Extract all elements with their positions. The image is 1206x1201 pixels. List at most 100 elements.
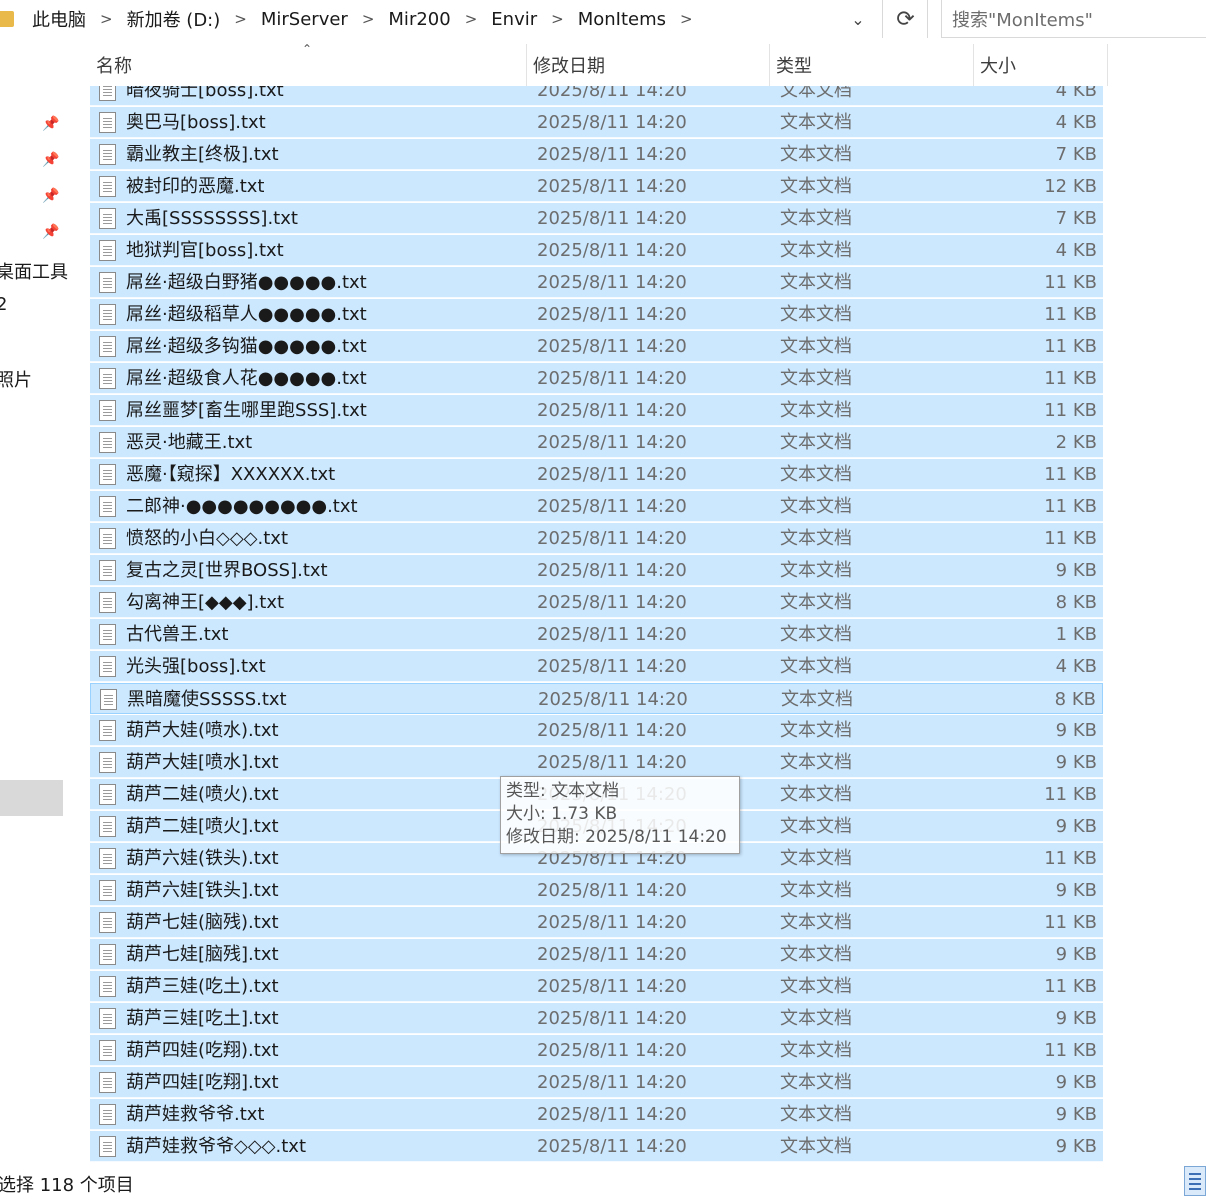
file-type: 文本文档 [780, 624, 852, 645]
status-selection-count: 选择 118 个项目 [0, 1175, 134, 1196]
breadcrumb-mirserver[interactable]: MirServer [261, 9, 348, 30]
file-row[interactable]: 恶魔·【窥探】XXXXXX.txt 2025/8/11 14:20 文本文档 11 K… [90, 459, 1103, 490]
column-date[interactable]: 修改日期 [527, 44, 770, 86]
address-bar[interactable]: 此电脑 > 新加卷 (D:) > MirServer > Mir200 > En… [0, 0, 883, 38]
file-row[interactable]: 古代兽王.txt 2025/8/11 14:20 文本文档 1 KB [90, 619, 1103, 650]
file-date: 2025/8/11 14:20 [537, 464, 687, 485]
file-row[interactable]: 屌丝·超级稻草人●●●●●.txt 2025/8/11 14:20 文本文档 11 K… [90, 299, 1103, 330]
breadcrumb-mir200[interactable]: Mir200 [388, 9, 450, 30]
file-row[interactable]: 葫芦三娃(吃土).txt 2025/8/11 14:20 文本文档 11 KB [90, 971, 1103, 1002]
search-input[interactable]: 搜索"MonItems" [941, 0, 1206, 38]
file-date: 2025/8/11 14:20 [537, 976, 687, 997]
breadcrumb-envir[interactable]: Envir [491, 9, 537, 30]
file-type: 文本文档 [780, 656, 852, 677]
file-size: 11 KB [1044, 976, 1097, 997]
file-name: 葫芦四娃[吃翔].txt [126, 1072, 279, 1093]
pin-icon: 📌 [42, 152, 60, 168]
column-type[interactable]: 类型 [770, 44, 974, 86]
file-row[interactable]: 葫芦娃救爷爷.txt 2025/8/11 14:20 文本文档 9 KB [90, 1099, 1103, 1130]
file-type: 文本文档 [780, 176, 852, 197]
text-file-icon [99, 1008, 116, 1029]
file-name: 葫芦六娃[铁头].txt [126, 880, 279, 901]
text-file-icon [99, 592, 116, 613]
file-row[interactable]: 暗夜骑士[boss].txt 2025/8/11 14:20 文本文档 4 KB [90, 86, 1103, 106]
file-row[interactable]: 二郎神·●●●●●●●●●.txt 2025/8/11 14:20 文本文档 11 K… [90, 491, 1103, 522]
file-date: 2025/8/11 14:20 [537, 86, 687, 101]
file-row[interactable]: 葫芦娃救爷爷◇◇◇.txt 2025/8/11 14:20 文本文档 9 KB [90, 1131, 1103, 1162]
nav-item-2[interactable]: 2 [0, 294, 7, 315]
column-name[interactable]: 名称 ⌃ [90, 42, 527, 86]
text-file-icon [99, 528, 116, 549]
pin-icon: 📌 [42, 224, 60, 240]
file-row[interactable]: 葫芦七娃(脑残).txt 2025/8/11 14:20 文本文档 11 KB [90, 907, 1103, 938]
file-name: 葫芦娃救爷爷◇◇◇.txt [126, 1136, 307, 1157]
file-row[interactable]: 葫芦三娃[吃土].txt 2025/8/11 14:20 文本文档 9 KB [90, 1003, 1103, 1034]
details-view-icon[interactable] [1184, 1166, 1206, 1196]
file-name: 葫芦七娃[脑残].txt [126, 944, 279, 965]
breadcrumb-monitems[interactable]: MonItems [578, 9, 666, 30]
file-row[interactable]: 光头强[boss].txt 2025/8/11 14:20 文本文档 4 KB [90, 651, 1103, 682]
column-header: 名称 ⌃ 修改日期 类型 大小 [90, 42, 1108, 86]
file-type: 文本文档 [780, 912, 852, 933]
text-file-icon [99, 368, 116, 389]
file-row[interactable]: 被封印的恶魔.txt 2025/8/11 14:20 文本文档 12 KB [90, 171, 1103, 202]
file-row[interactable]: 勾离神王[◆◆◆].txt 2025/8/11 14:20 文本文档 8 KB [90, 587, 1103, 618]
breadcrumb-this-pc[interactable]: 此电脑 [32, 6, 86, 32]
breadcrumb-separator-icon[interactable]: > [100, 10, 113, 28]
breadcrumb-separator-icon[interactable]: > [234, 10, 247, 28]
file-row[interactable]: 复古之灵[世界BOSS].txt 2025/8/11 14:20 文本文档 9 KB [90, 555, 1103, 586]
refresh-icon[interactable]: ⟳ [884, 0, 928, 38]
file-date: 2025/8/11 14:20 [537, 400, 687, 421]
file-type: 文本文档 [780, 848, 852, 869]
file-row[interactable]: 恶灵·地藏王.txt 2025/8/11 14:20 文本文档 2 KB [90, 427, 1103, 458]
breadcrumb-separator-icon[interactable]: > [465, 10, 478, 28]
file-row[interactable]: 黑暗魔使SSSSS.txt 2025/8/11 14:20 文本文档 8 KB [90, 683, 1103, 714]
breadcrumb-separator-icon[interactable]: > [551, 10, 564, 28]
file-name: 地狱判官[boss].txt [126, 240, 284, 261]
file-row[interactable]: 葫芦四娃(吃翔).txt 2025/8/11 14:20 文本文档 11 KB [90, 1035, 1103, 1066]
breadcrumb-separator-icon[interactable]: > [362, 10, 375, 28]
file-row[interactable]: 葫芦大娃[喷水].txt 2025/8/11 14:20 文本文档 9 KB [90, 747, 1103, 778]
nav-item-selected[interactable] [0, 780, 63, 816]
file-row[interactable]: 葫芦六娃[铁头].txt 2025/8/11 14:20 文本文档 9 KB [90, 875, 1103, 906]
nav-item-desktop-tools[interactable]: 桌面工具 [0, 258, 68, 284]
file-size: 1 KB [1055, 624, 1097, 645]
file-name: 恶灵·地藏王.txt [126, 432, 253, 453]
file-date: 2025/8/11 14:20 [537, 368, 687, 389]
text-file-icon [99, 624, 116, 645]
file-date: 2025/8/11 14:20 [537, 176, 687, 197]
file-date: 2025/8/11 14:20 [537, 208, 687, 229]
file-list[interactable]: 暗夜骑士[boss].txt 2025/8/11 14:20 文本文档 4 KB 奥巴马… [90, 86, 1103, 1163]
column-size[interactable]: 大小 [974, 44, 1108, 86]
text-file-icon [99, 912, 116, 933]
text-file-icon [99, 176, 116, 197]
file-size: 4 KB [1055, 112, 1097, 133]
file-date: 2025/8/11 14:20 [538, 689, 688, 710]
file-row[interactable]: 地狱判官[boss].txt 2025/8/11 14:20 文本文档 4 KB [90, 235, 1103, 266]
breadcrumb-separator-icon[interactable]: > [680, 10, 693, 28]
file-row[interactable]: 葫芦大娃(喷水).txt 2025/8/11 14:20 文本文档 9 KB [90, 715, 1103, 746]
pin-icon: 📌 [42, 116, 60, 132]
breadcrumb-drive[interactable]: 新加卷 (D:) [127, 6, 221, 32]
file-row[interactable]: 屌丝·超级白野猪●●●●●.txt 2025/8/11 14:20 文本文档 11 K… [90, 267, 1103, 298]
file-row[interactable]: 屌丝噩梦[畜生哪里跑SSS].txt 2025/8/11 14:20 文本文档 11 … [90, 395, 1103, 426]
file-row[interactable]: 奥巴马[boss].txt 2025/8/11 14:20 文本文档 4 KB [90, 107, 1103, 138]
file-size: 11 KB [1044, 528, 1097, 549]
file-row[interactable]: 葫芦四娃[吃翔].txt 2025/8/11 14:20 文本文档 9 KB [90, 1067, 1103, 1098]
nav-item-photos[interactable]: 照片 [0, 366, 32, 392]
file-row[interactable]: 屌丝·超级食人花●●●●●.txt 2025/8/11 14:20 文本文档 11 K… [90, 363, 1103, 394]
file-row[interactable]: 葫芦七娃[脑残].txt 2025/8/11 14:20 文本文档 9 KB [90, 939, 1103, 970]
file-size: 7 KB [1055, 144, 1097, 165]
column-name-label: 名称 [96, 56, 132, 77]
file-date: 2025/8/11 14:20 [537, 336, 687, 357]
sort-ascending-icon: ⌃ [302, 42, 313, 56]
file-date: 2025/8/11 14:20 [537, 1008, 687, 1029]
file-row[interactable]: 屌丝·超级多钩猫●●●●●.txt 2025/8/11 14:20 文本文档 11 K… [90, 331, 1103, 362]
file-size: 9 KB [1055, 880, 1097, 901]
chevron-down-icon[interactable]: ⌄ [838, 8, 878, 30]
file-date: 2025/8/11 14:20 [537, 592, 687, 613]
file-row[interactable]: 大禹[SSSSSSSS].txt 2025/8/11 14:20 文本文档 7 KB [90, 203, 1103, 234]
file-name: 勾离神王[◆◆◆].txt [126, 592, 285, 613]
file-row[interactable]: 霸业教主[终极].txt 2025/8/11 14:20 文本文档 7 KB [90, 139, 1103, 170]
file-row[interactable]: 愤怒的小白◇◇◇.txt 2025/8/11 14:20 文本文档 11 KB [90, 523, 1103, 554]
